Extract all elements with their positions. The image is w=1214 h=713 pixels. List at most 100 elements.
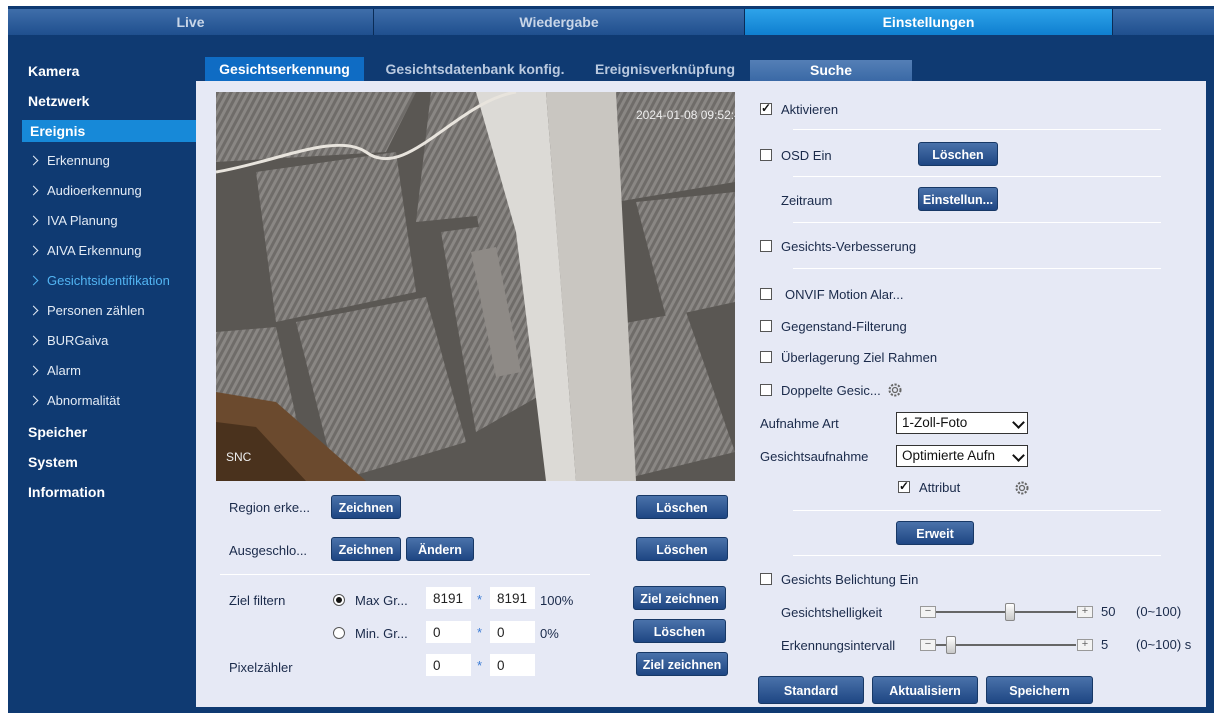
divider <box>793 510 1161 511</box>
chevron-right-icon <box>28 305 39 316</box>
sidebar-subitem-burgaiva[interactable]: BURGaiva <box>28 333 108 348</box>
onvif-checkbox[interactable] <box>760 288 772 300</box>
filter-delete-button[interactable]: Löschen <box>633 619 726 643</box>
brightness-range: (0~100) <box>1136 604 1182 619</box>
sidebar-item-event[interactable]: Ereignis <box>22 120 212 142</box>
subtab-event-link[interactable]: Ereignisverknüpfung <box>583 57 747 81</box>
draw-target-button[interactable]: Ziel zeichnen <box>633 586 726 610</box>
osd-delete-button[interactable]: Löschen <box>918 142 998 166</box>
overlay-frame-checkbox[interactable] <box>760 351 772 363</box>
excluded-label: Ausgeschlo... <box>229 543 308 558</box>
sidebar-item-storage[interactable]: Speicher <box>28 424 87 440</box>
tab-settings[interactable]: Einstellungen <box>745 9 1113 35</box>
region-draw-button[interactable]: Zeichnen <box>331 495 401 519</box>
interval-value: 5 <box>1101 637 1109 652</box>
sidebar-item-network[interactable]: Netzwerk <box>28 93 89 109</box>
double-face-checkbox[interactable] <box>760 384 772 396</box>
video-osd-text: SNC <box>226 450 252 464</box>
chevron-right-icon <box>28 185 39 196</box>
chevron-right-icon <box>28 335 39 346</box>
sidebar-subitem-alarm[interactable]: Alarm <box>28 363 81 378</box>
sidebar-item-camera[interactable]: Kamera <box>28 63 79 79</box>
chevron-down-icon <box>1012 416 1025 429</box>
brightness-decrease-button[interactable]: − <box>920 606 936 618</box>
pixel-draw-target-button[interactable]: Ziel zeichnen <box>636 652 728 676</box>
pixel-height-input[interactable]: 0 <box>490 654 535 676</box>
subtab-face-detection[interactable]: Gesichtserkennung <box>205 57 364 81</box>
period-label: Zeitraum <box>781 193 833 208</box>
sidebar-subitem-abnormality[interactable]: Abnormalität <box>28 393 120 408</box>
sidebar-subitem-aiva[interactable]: AIVA Erkennung <box>28 243 141 258</box>
standard-button[interactable]: Standard <box>758 676 864 704</box>
save-button[interactable]: Speichern <box>986 676 1093 704</box>
interval-decrease-button[interactable]: − <box>920 639 936 651</box>
face-exposure-label: Gesichts Belichtung Ein <box>781 572 919 587</box>
sidebar-subitem-people-count[interactable]: Personen zählen <box>28 303 145 318</box>
tab-live[interactable]: Live <box>8 9 374 35</box>
sidebar-subitem-face-id[interactable]: Gesichtsidentifikation <box>28 273 170 288</box>
chevron-right-icon <box>28 395 39 406</box>
gear-icon[interactable] <box>887 382 903 398</box>
subtab-face-database[interactable]: Gesichtsdatenbank konfig. <box>370 57 580 81</box>
refresh-button[interactable]: Aktualisiern <box>872 676 978 704</box>
double-face-label: Doppelte Gesic... <box>781 383 881 398</box>
sidebar: Kamera Netzwerk Ereignis Erkennung Audio… <box>8 36 212 707</box>
face-capture-label: Gesichtsaufnahme <box>760 449 869 464</box>
top-navigation: Live Wiedergabe Einstellungen <box>8 6 1214 36</box>
sidebar-subitem-iva[interactable]: IVA Planung <box>28 213 118 228</box>
chevron-right-icon <box>28 155 39 166</box>
period-settings-button[interactable]: Einstellun... <box>918 187 998 211</box>
sidebar-subitem-detection[interactable]: Erkennung <box>28 153 110 168</box>
excluded-delete-button[interactable]: Löschen <box>636 537 728 561</box>
chevron-down-icon <box>1012 449 1025 462</box>
subtab-search[interactable]: Suche <box>750 60 912 81</box>
divider <box>793 129 1161 130</box>
attribute-checkbox[interactable] <box>898 479 910 493</box>
face-exposure-checkbox[interactable] <box>760 573 772 585</box>
enable-label: Aktivieren <box>781 102 839 117</box>
max-size-radio[interactable] <box>333 594 345 606</box>
object-filter-checkbox[interactable] <box>760 320 772 332</box>
chevron-right-icon <box>28 245 39 256</box>
face-enhance-label: Gesichts-Verbesserung <box>781 239 917 254</box>
brightness-increase-button[interactable]: + <box>1077 606 1093 618</box>
tab-extra <box>1113 9 1214 35</box>
face-capture-select[interactable]: Optimierte Aufn <box>896 445 1028 467</box>
osd-checkbox[interactable] <box>760 149 772 161</box>
max-height-input[interactable]: 8191 <box>490 587 535 609</box>
min-height-input[interactable]: 0 <box>490 621 535 643</box>
excluded-draw-button[interactable]: Zeichnen <box>331 537 401 561</box>
attribute-label: Attribut <box>919 480 961 495</box>
min-size-radio[interactable] <box>333 627 345 639</box>
capture-type-select[interactable]: 1-Zoll-Foto <box>896 412 1028 434</box>
overlay-frame-label: Überlagerung Ziel Rahmen <box>781 350 938 365</box>
interval-increase-button[interactable]: + <box>1077 639 1093 651</box>
divider <box>793 222 1161 223</box>
sidebar-item-information[interactable]: Information <box>28 484 105 500</box>
tab-playback[interactable]: Wiedergabe <box>374 9 745 35</box>
video-preview[interactable]: 2024-01-08 09:52:45 SNC <box>216 92 735 481</box>
min-width-input[interactable]: 0 <box>426 621 471 643</box>
divider <box>793 555 1161 556</box>
max-width-input[interactable]: 8191 <box>426 587 471 609</box>
interval-slider-track[interactable] <box>936 644 1076 646</box>
camera-view-image <box>216 92 735 481</box>
sidebar-subitem-audio[interactable]: Audioerkennung <box>28 183 142 198</box>
region-delete-button[interactable]: Löschen <box>636 495 728 519</box>
excluded-change-button[interactable]: Ändern <box>406 537 474 561</box>
times-symbol: * <box>477 658 483 673</box>
face-brightness-label: Gesichtshelligkeit <box>781 605 883 620</box>
chevron-right-icon <box>28 215 39 226</box>
max-size-label: Max Gr... <box>355 593 408 608</box>
sidebar-item-system[interactable]: System <box>28 454 78 470</box>
max-percent: 100% <box>540 593 574 608</box>
times-symbol: * <box>477 592 483 607</box>
pixel-width-input[interactable]: 0 <box>426 654 471 676</box>
enable-checkbox[interactable] <box>760 101 772 115</box>
advanced-button[interactable]: Erweit <box>896 521 974 545</box>
interval-slider-thumb[interactable] <box>946 636 956 654</box>
brightness-value: 50 <box>1101 604 1116 619</box>
gear-icon[interactable] <box>1014 480 1030 496</box>
face-enhance-checkbox[interactable] <box>760 240 772 252</box>
brightness-slider-thumb[interactable] <box>1005 603 1015 621</box>
